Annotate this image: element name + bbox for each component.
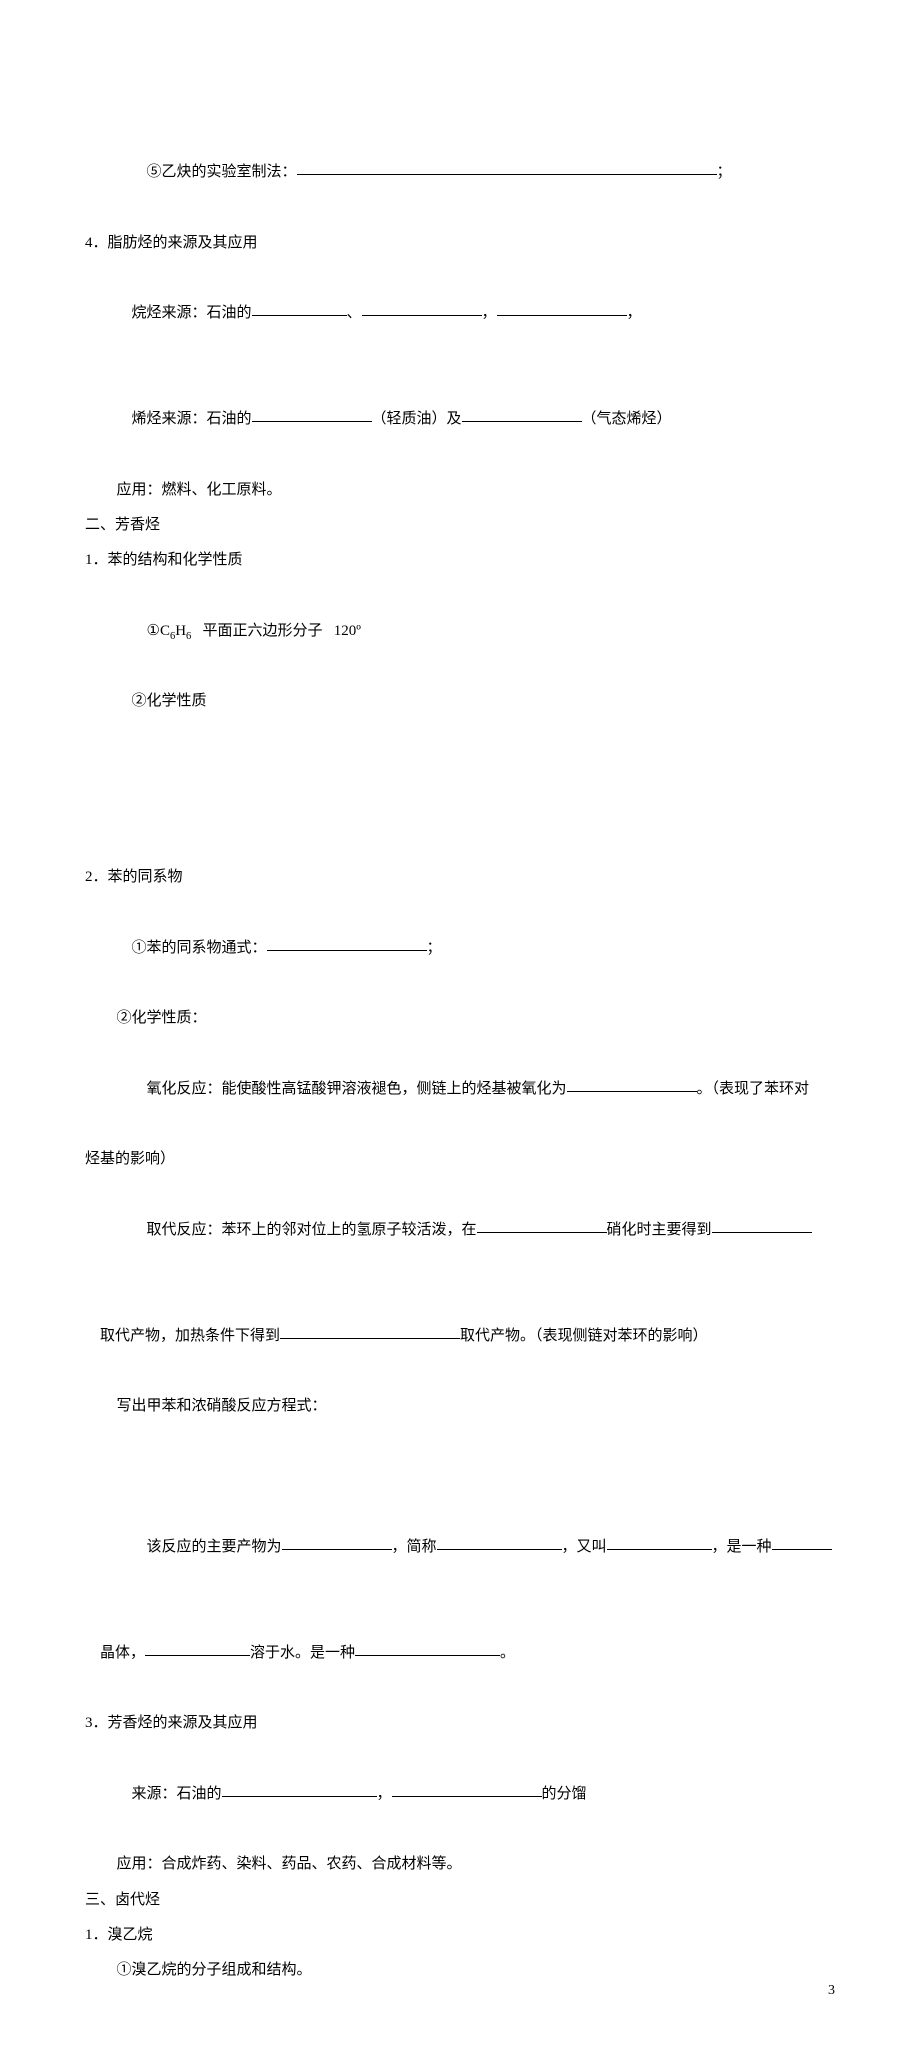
blank [462,406,582,422]
benzene-title: 1．苯的结构和化学性质 [85,543,835,578]
item-5-acetylyne-lab: ⑤乙炔的实验室制法： ； [85,120,835,226]
homologue-chem-label: ②化学性质： [85,1001,835,1036]
blank-space [85,1424,835,1459]
text: 烃基的影响） [85,1151,175,1167]
text: 晶体， [100,1645,145,1661]
text: 3．芳香烃的来源及其应用 [85,1715,258,1731]
text: 取代反应：苯环上的邻对位上的氢原子较活泼，在 [147,1222,477,1238]
blank [772,1534,832,1550]
equation-prompt: 写出甲苯和浓硝酸反应方程式： [85,1389,835,1424]
document-page: ⑤乙炔的实验室制法： ； 4．脂肪烃的来源及其应用 烷烃来源：石油的 、 ， ， 烯烃来… [0,0,920,2048]
blank [712,1217,812,1233]
text: 1．溴乙烷 [85,1927,153,1943]
blank [392,1781,542,1797]
bromoethane-title: 1．溴乙烷 [85,1918,835,1953]
blank [437,1534,562,1550]
blank [222,1781,377,1797]
text: ， [377,1786,392,1802]
text: 。 [500,1645,515,1661]
text: ，简称 [392,1539,437,1555]
text: 3 [828,1983,835,1998]
sep: ， [482,305,497,321]
homologue-title: 2．苯的同系物 [85,860,835,895]
text: ，又叫 [562,1539,607,1555]
alkene-source: 烯烃来源：石油的 （轻质油）及 （气态烯烃） [85,367,835,473]
text: 应用：合成炸药、染料、药品、农药、合成材料等。 [117,1856,462,1872]
text: 该反应的主要产物为 [147,1539,282,1555]
oxidation-line1: 氧化反应：能使酸性高锰酸钾溶液褪色，侧链上的烃基被氧化为 。（表现了苯环对 [85,1037,835,1143]
text: ②化学性质： [117,1010,207,1026]
blank [497,300,627,316]
text: 来源：石油的 [132,1786,222,1802]
text: 溶于水。是一种 [250,1645,355,1661]
blank-space [85,755,835,790]
blank-space [85,719,835,754]
text: 烷烃来源：石油的 [132,305,252,321]
text: ①溴乙烷的分子组成和结构。 [117,1962,312,1978]
text: H [175,623,186,639]
blank [267,935,427,951]
text: 4．脂肪烃的来源及其应用 [85,235,258,251]
text: 氧化反应：能使酸性高锰酸钾溶液褪色，侧链上的烃基被氧化为 [147,1081,567,1097]
blank [280,1323,460,1339]
aromatic-app: 应用：合成炸药、染料、药品、农药、合成材料等。 [85,1847,835,1882]
text: ； [717,164,732,180]
application: 应用：燃料、化工原料。 [85,473,835,508]
homologue-formula: ①苯的同系物通式： ； [85,896,835,1002]
blank [252,300,347,316]
heading-2: 二、芳香烃 [85,508,835,543]
text: 取代产物，加热条件下得到 [100,1328,280,1344]
substitution-line2: 取代产物，加热条件下得到 取代产物。（表现侧链对苯环的影响） [85,1283,835,1389]
text: 烯烃来源：石油的 [132,411,252,427]
text: 。（表现了苯环对 [697,1081,810,1097]
text: ①苯的同系物通式： [132,940,267,956]
text: 二、芳香烃 [85,517,160,533]
text: 应用：燃料、化工原料。 [117,482,282,498]
heading-3: 三、卤代烃 [85,1883,835,1918]
text: 取代产物。（表现侧链对苯环的影响） [460,1328,708,1344]
text: ，是一种 [712,1539,772,1555]
oxidation-line2: 烃基的影响） [85,1142,835,1177]
benzene-chem-props: ②化学性质 [85,684,835,719]
text: 1．苯的结构和化学性质 [85,552,243,568]
text: 写出甲苯和浓硝酸反应方程式： [117,1398,327,1414]
aromatic-source: 来源：石油的 ， 的分馏 [85,1742,835,1848]
text: 2．苯的同系物 [85,869,183,885]
blank [297,159,717,175]
blank [362,300,482,316]
blank-space [85,790,835,825]
product-line1: 该反应的主要产物为 ，简称 ，又叫 ，是一种 [85,1495,835,1601]
sep: 、 [347,305,362,321]
blank-space [85,1460,835,1495]
benzene-structure: ①C6H6 平面正六边形分子 120º [85,578,835,684]
blank [607,1534,712,1550]
aromatic-source-title: 3．芳香烃的来源及其应用 [85,1706,835,1741]
section-4-title: 4．脂肪烃的来源及其应用 [85,226,835,261]
blank [477,1217,607,1233]
text: 平面正六边形分子 120º [191,623,361,639]
sep: ， [627,305,642,321]
text: 三、卤代烃 [85,1892,160,1908]
substitution-line1: 取代反应：苯环上的邻对位上的氢原子较活泼，在 硝化时主要得到 [85,1178,835,1284]
page-number: 3 [828,1975,835,2008]
blank [355,1640,500,1656]
text: ； [427,940,442,956]
blank [282,1534,392,1550]
blank [145,1640,250,1656]
text: 的分馏 [542,1786,587,1802]
text: ①C [147,623,170,639]
text: 硝化时主要得到 [607,1222,712,1238]
text: ②化学性质 [132,693,207,709]
text: （气态烯烃） [582,411,672,427]
text: ⑤乙炔的实验室制法： [147,164,297,180]
product-line2: 晶体， 溶于水。是一种 。 [85,1601,835,1707]
bromoethane-structure: ①溴乙烷的分子组成和结构。 [85,1953,835,1988]
blank [252,406,372,422]
text: （轻质油）及 [372,411,462,427]
blank-space [85,825,835,860]
blank [567,1076,697,1092]
alkane-source: 烷烃来源：石油的 、 ， ， [85,261,835,367]
